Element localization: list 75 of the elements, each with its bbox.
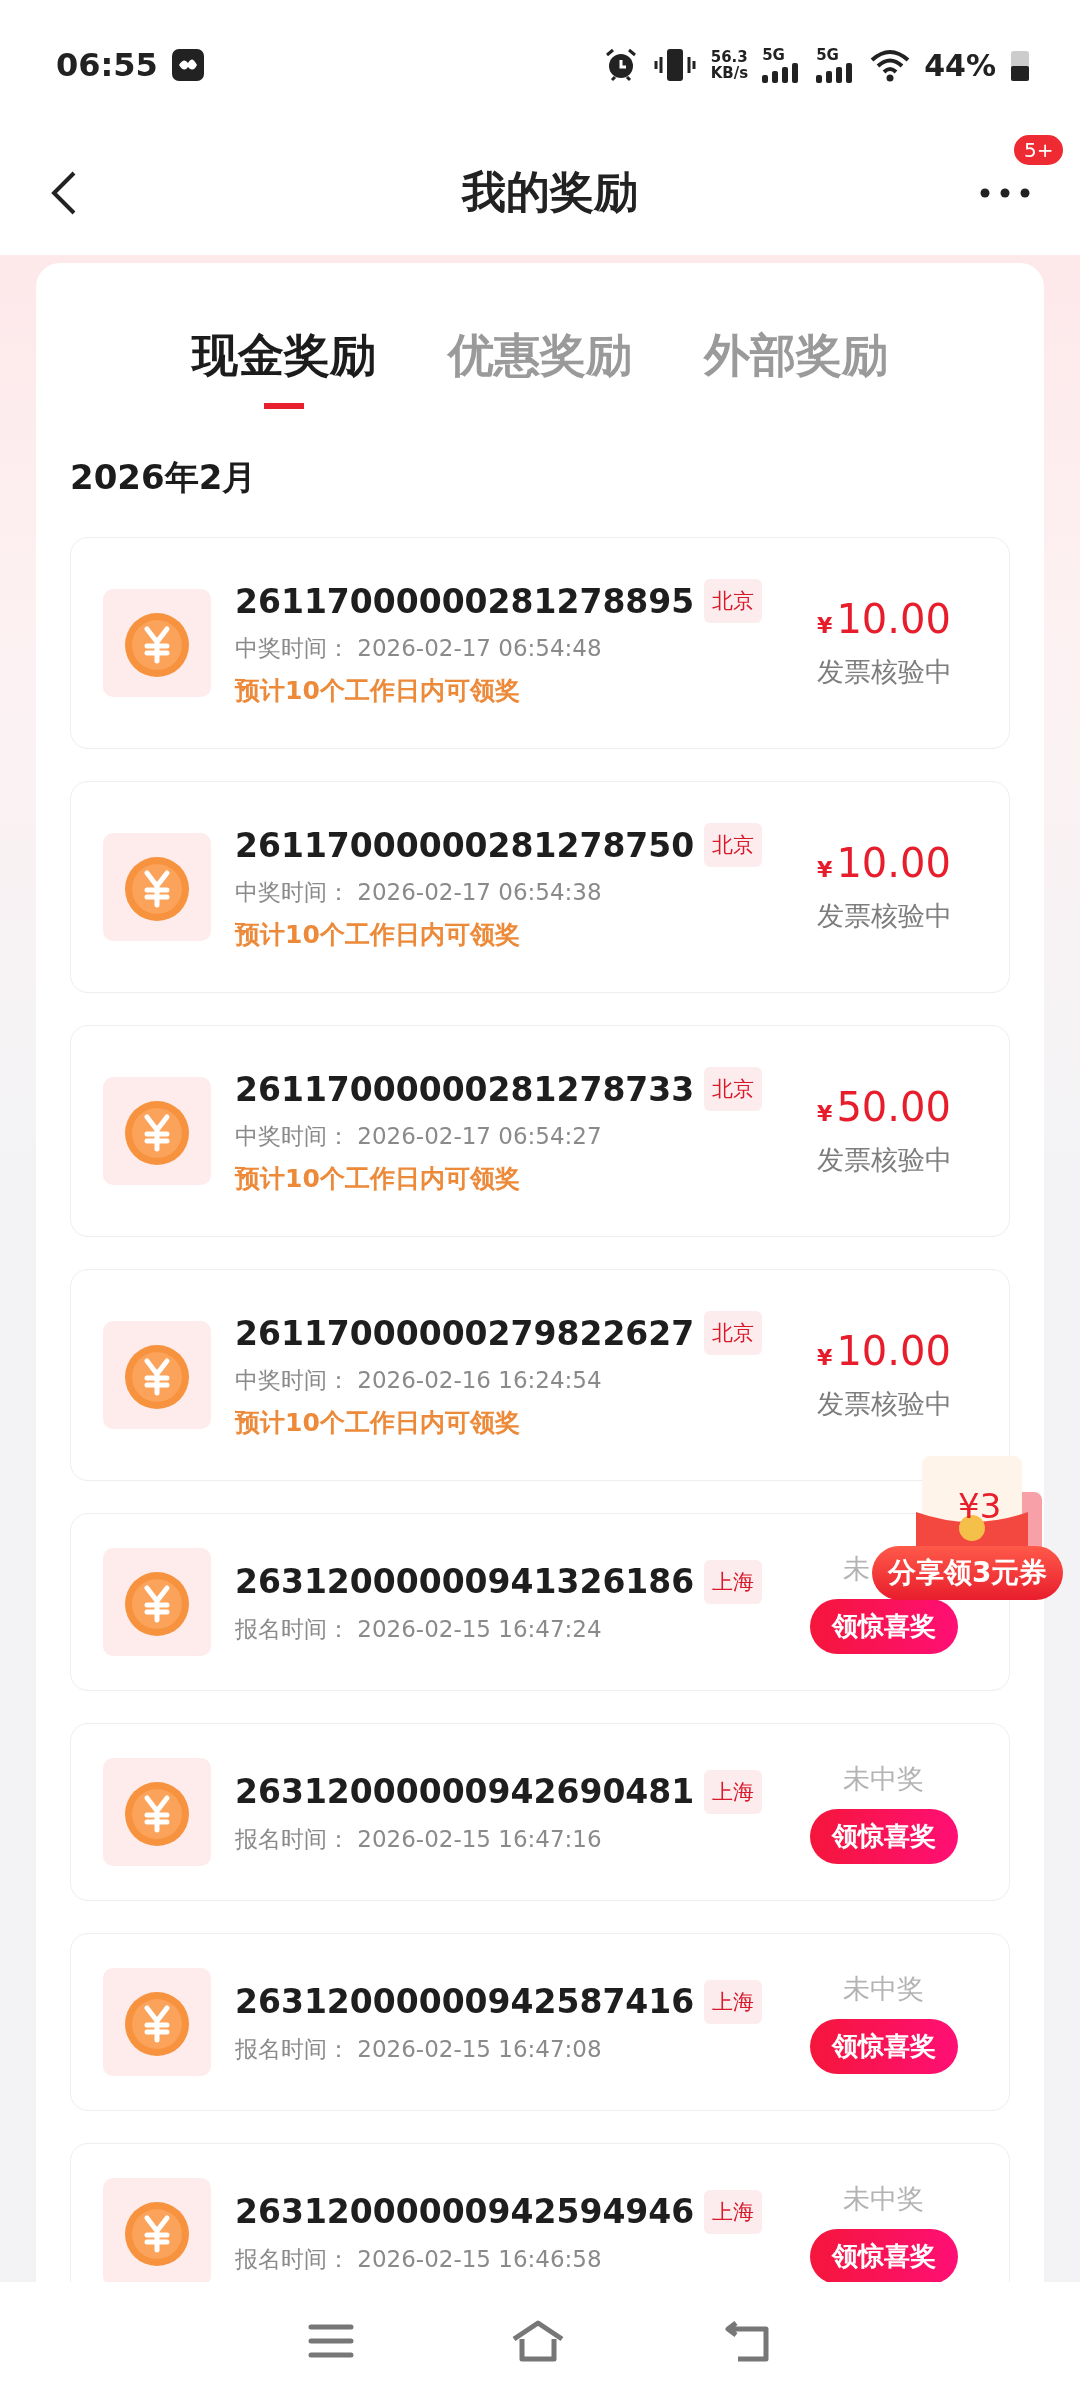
coin-icon — [103, 1968, 211, 2076]
battery-level: 44% — [924, 47, 996, 83]
record-time: 中奖时间： 2026-02-17 06:54:38 — [235, 878, 603, 907]
claim-button[interactable]: 领惊喜奖 — [810, 2018, 958, 2074]
status-time: 06:55 — [56, 46, 158, 84]
record-time: 中奖时间： 2026-02-16 16:24:54 — [235, 1366, 603, 1395]
wifi-icon — [870, 48, 911, 82]
coin-icon — [103, 833, 211, 941]
claim-button[interactable]: 领惊喜奖 — [810, 1598, 958, 1654]
claim-note: 预计10个工作日内可领奖 — [235, 1163, 521, 1195]
reward-tab[interactable]: 现金奖励 — [192, 325, 376, 409]
prize-status: 未中奖 — [843, 2181, 924, 2216]
claim-button[interactable]: 领惊喜奖 — [810, 2228, 958, 2282]
record-time: 报名时间： 2026-02-15 16:46:58 — [235, 2244, 603, 2274]
city-tag: 北京 — [704, 1067, 763, 1111]
prize-status: 未中奖 — [843, 1761, 924, 1796]
prize-amount: ¥10.00 — [817, 1328, 951, 1374]
prize-status: 未中奖 — [843, 1971, 924, 2006]
claim-note: 预计10个工作日内可领奖 — [235, 675, 521, 707]
battery-icon — [1010, 48, 1030, 82]
prize-status: 发票核验中 — [816, 899, 952, 933]
home-icon[interactable] — [510, 2319, 566, 2363]
network-type: 5G — [816, 46, 839, 64]
city-tag: 北京 — [704, 579, 763, 623]
prize-status: 发票核验中 — [816, 655, 952, 689]
coin-icon — [103, 1321, 211, 1429]
prize-amount: ¥50.00 — [817, 1084, 951, 1130]
notification-badge: 5+ — [1012, 132, 1066, 167]
record-time: 报名时间： 2026-02-15 16:47:24 — [235, 1614, 603, 1644]
prize-amount: ¥10.00 — [817, 596, 951, 642]
reward-card[interactable]: 26117000000281278895 北京 中奖时间： 2026-02-17 06:54:48 预计10个工作日内可领奖 ¥10.00 发票核验中 — [70, 537, 1010, 749]
menu-icon[interactable] — [308, 2323, 354, 2359]
reward-card[interactable]: 26117000000281278750 北京 中奖时间： 2026-02-17 06:54:38 预计10个工作日内可领奖 ¥10.00 发票核验中 — [70, 781, 1010, 993]
prize-status: 发票核验中 — [816, 1387, 952, 1421]
coin-icon — [103, 1077, 211, 1185]
back-nav-icon[interactable] — [722, 2319, 772, 2363]
network-speed: 56.3 — [710, 48, 748, 65]
claim-note: 预计10个工作日内可领奖 — [235, 1407, 521, 1439]
network-type: 5G — [762, 46, 785, 64]
ticket-number: 26312000000942587416 — [235, 1982, 695, 2021]
prize-status: 未 — [843, 1551, 870, 1586]
month-heading: 2026年2月 — [70, 456, 258, 499]
prize-status: 发票核验中 — [816, 1143, 952, 1177]
city-tag: 上海 — [704, 1769, 763, 1814]
record-time: 中奖时间： 2026-02-17 06:54:48 — [235, 634, 603, 663]
more-icon[interactable] — [980, 187, 1030, 198]
ticket-number: 26312000000942594946 — [235, 2192, 695, 2231]
ticket-number: 26117000000281278733 — [235, 1069, 695, 1109]
ticket-number: 26117000000281278750 — [235, 825, 695, 865]
reward-card[interactable]: 26312000000942587416 上海 报名时间： 2026-02-15 16:47:08 未中奖 领惊喜奖 — [70, 1933, 1010, 2111]
record-time: 中奖时间： 2026-02-17 06:54:27 — [235, 1122, 603, 1151]
app-notification-icon — [171, 49, 204, 81]
record-time: 报名时间： 2026-02-15 16:47:08 — [235, 2034, 603, 2064]
record-time: 报名时间： 2026-02-15 16:47:16 — [235, 1824, 603, 1854]
claim-button[interactable]: 领惊喜奖 — [810, 1808, 958, 1864]
city-tag: 上海 — [704, 1559, 763, 1604]
ticket-number: 26117000000279822627 — [235, 1313, 695, 1353]
city-tag: 上海 — [704, 1979, 763, 2024]
coin-icon — [103, 1548, 211, 1656]
prize-amount: ¥10.00 — [817, 840, 951, 886]
city-tag: 北京 — [704, 1311, 763, 1355]
claim-note: 预计10个工作日内可领奖 — [235, 919, 521, 951]
city-tag: 北京 — [704, 823, 763, 867]
share-coupon-button[interactable]: 分享领3元券 — [872, 1546, 1064, 1600]
ticket-number: 26312000000942690481 — [235, 1772, 695, 1811]
reward-card[interactable]: 26312000000942690481 上海 报名时间： 2026-02-15 16:47:16 未中奖 领惊喜奖 — [70, 1723, 1010, 1901]
coin-icon — [103, 1758, 211, 1866]
page-title: 我的奖励 — [460, 165, 639, 219]
ticket-number: 26312000000941326186 — [235, 1562, 695, 1601]
coin-icon — [103, 589, 211, 697]
reward-card[interactable]: 26117000000281278733 北京 中奖时间： 2026-02-17 06:54:27 预计10个工作日内可领奖 ¥50.00 发票核验中 — [70, 1025, 1010, 1237]
vibrate-icon — [652, 47, 697, 83]
network-speed-unit: KB/s — [710, 65, 749, 82]
ticket-number: 26117000000281278895 — [235, 581, 695, 621]
city-tag: 上海 — [704, 2189, 763, 2234]
